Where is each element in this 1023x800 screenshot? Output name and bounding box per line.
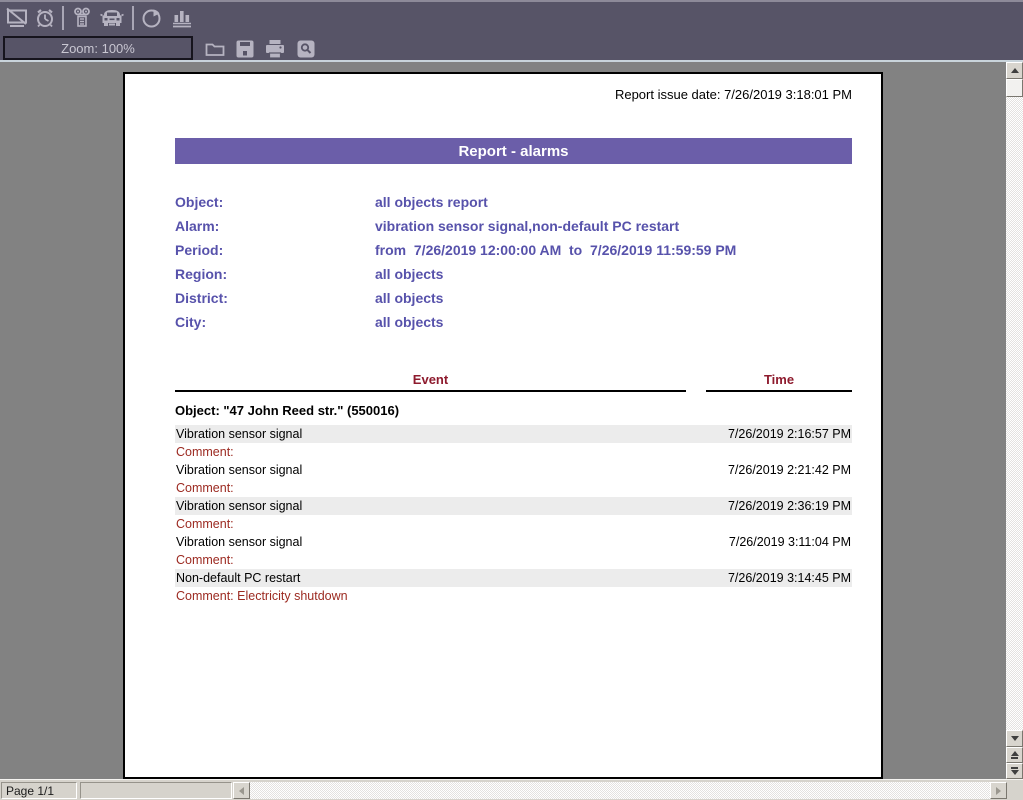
display-off-icon — [5, 6, 29, 30]
comment-row: Comment: — [175, 479, 852, 497]
arrow-down-icon — [1011, 736, 1019, 741]
event-time: 7/26/2019 3:11:04 PM — [729, 535, 851, 549]
scrollbar-corner — [1007, 782, 1023, 799]
page-up-icon — [1011, 751, 1019, 756]
page-indicator-label: Page 1/1 — [6, 784, 54, 798]
print-icon — [263, 38, 287, 60]
toolbar: Zoom: 100% — [0, 0, 1023, 62]
report-field-value: all objects report — [375, 194, 488, 210]
report-field-value: vibration sensor signal,non-default PC r… — [375, 218, 679, 234]
report-field: Region:all objects — [175, 262, 852, 286]
zoom-control[interactable]: Zoom: 100% — [3, 36, 193, 60]
event-text: Vibration sensor signal — [176, 427, 302, 441]
page-indicator: Page 1/1 — [1, 782, 77, 799]
report-rows: Vibration sensor signal 7/26/2019 2:16:57… — [175, 425, 852, 605]
event-row: Non-default PC restart 7/26/2019 3:14:45 … — [175, 569, 852, 587]
event-time: 7/26/2019 3:14:45 PM — [728, 571, 851, 585]
event-time: 7/26/2019 2:36:19 PM — [728, 499, 851, 513]
recorder-log-icon — [70, 6, 94, 30]
report-field-label: District: — [175, 290, 375, 306]
report-field-label: Alarm: — [175, 218, 375, 234]
report-field-value: all objects — [375, 290, 443, 306]
scroll-down-button[interactable] — [1006, 730, 1023, 747]
object-group-header: Object: "47 John Reed str." (550016) — [175, 403, 399, 418]
report-title: Report - alarms — [458, 143, 568, 160]
comment-row: Comment: Electricity shutdown — [175, 587, 852, 605]
save-button[interactable] — [233, 37, 257, 61]
event-time: 7/26/2019 2:16:57 PM — [728, 427, 851, 441]
display-off-button[interactable] — [4, 5, 30, 31]
report-field-value: all objects — [375, 266, 443, 282]
event-text: Vibration sensor signal — [176, 535, 302, 549]
column-header-time: Time — [706, 372, 852, 392]
pie-report-button[interactable] — [139, 5, 165, 31]
print-button[interactable] — [263, 37, 287, 61]
report-field: District:all objects — [175, 286, 852, 310]
arrow-right-icon — [996, 787, 1001, 795]
vehicle-button[interactable] — [98, 5, 126, 31]
report-page: Report issue date: 7/26/2019 3:18:01 PM … — [123, 72, 883, 779]
save-icon — [234, 38, 256, 60]
report-content: Report issue date: 7/26/2019 3:18:01 PM … — [175, 74, 852, 774]
report-field-value: all objects — [375, 314, 443, 330]
page-down-icon — [1011, 770, 1019, 775]
report-title-banner: Report - alarms — [175, 138, 852, 164]
scroll-right-button[interactable] — [990, 782, 1007, 799]
open-button[interactable] — [203, 37, 227, 61]
event-text: Non-default PC restart — [176, 571, 300, 585]
vertical-scrollbar-track[interactable] — [1006, 97, 1023, 730]
pie-chart-icon — [140, 6, 164, 30]
folder-icon — [204, 38, 226, 60]
next-page-button[interactable] — [1006, 763, 1023, 779]
vertical-scrollbar[interactable] — [1006, 62, 1023, 779]
event-row: Vibration sensor signal 7/26/2019 2:21:42… — [175, 461, 852, 479]
search-icon — [295, 38, 317, 60]
preview-workspace: Report issue date: 7/26/2019 3:18:01 PM … — [0, 62, 1023, 779]
arrow-up-icon — [1011, 68, 1019, 73]
toolbar-separator — [132, 6, 134, 30]
event-row: Vibration sensor signal 7/26/2019 3:11:04… — [175, 533, 852, 551]
event-row: Vibration sensor signal 7/26/2019 2:16:57… — [175, 425, 852, 443]
event-time: 7/26/2019 2:21:42 PM — [728, 463, 851, 477]
status-bar: Page 1/1 — [0, 779, 1023, 800]
report-field: Object:all objects report — [175, 190, 852, 214]
toolbar-separator — [62, 6, 64, 30]
prev-page-button[interactable] — [1006, 747, 1023, 763]
search-button[interactable] — [294, 37, 318, 61]
report-field: Alarm:vibration sensor signal,non-defaul… — [175, 214, 852, 238]
comment-row: Comment: — [175, 551, 852, 569]
report-field: Period:from 7/26/2019 12:00:00 AM to 7/2… — [175, 238, 852, 262]
bar-chart-icon — [170, 6, 194, 30]
event-text: Vibration sensor signal — [176, 499, 302, 513]
column-header-event: Event — [175, 372, 686, 392]
report-field: City:all objects — [175, 310, 852, 334]
event-text: Vibration sensor signal — [176, 463, 302, 477]
zoom-label: Zoom: 100% — [61, 41, 135, 56]
report-fields: Object:all objects reportAlarm:vibration… — [175, 190, 852, 334]
arrow-left-icon — [239, 787, 244, 795]
table-column-headers: Event Time — [175, 372, 852, 393]
event-log-button[interactable] — [69, 5, 95, 31]
scroll-up-button[interactable] — [1006, 62, 1023, 79]
report-field-value: from 7/26/2019 12:00:00 AM to 7/26/2019 … — [375, 242, 736, 258]
event-row: Vibration sensor signal 7/26/2019 2:36:19… — [175, 497, 852, 515]
car-icon — [98, 6, 126, 30]
report-field-label: Object: — [175, 194, 375, 210]
alarm-button[interactable] — [32, 5, 58, 31]
comment-row: Comment: — [175, 515, 852, 533]
report-issue-date: Report issue date: 7/26/2019 3:18:01 PM — [615, 87, 852, 102]
vertical-scrollbar-thumb[interactable] — [1006, 79, 1023, 97]
report-viewer-window: Zoom: 100% — [0, 0, 1023, 800]
status-panel-empty — [80, 782, 232, 799]
horizontal-scrollbar[interactable] — [233, 782, 1023, 799]
alarm-clock-icon — [33, 6, 57, 30]
horizontal-scrollbar-track[interactable] — [250, 782, 990, 799]
comment-row: Comment: — [175, 443, 852, 461]
chart-report-button[interactable] — [169, 5, 195, 31]
scroll-left-button[interactable] — [233, 782, 250, 799]
report-field-label: City: — [175, 314, 375, 330]
report-field-label: Region: — [175, 266, 375, 282]
report-field-label: Period: — [175, 242, 375, 258]
